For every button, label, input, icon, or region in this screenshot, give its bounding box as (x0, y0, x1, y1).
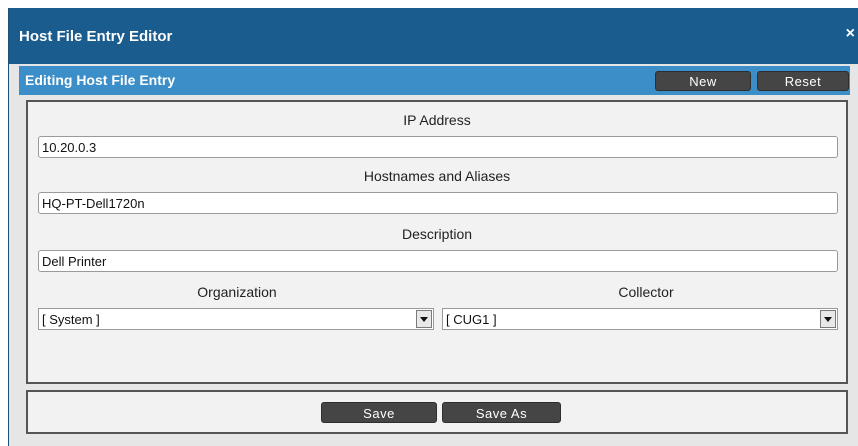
description-field[interactable]: Dell Printer (38, 250, 838, 272)
editing-header: Editing Host File Entry New Reset (19, 66, 850, 95)
editing-header-title: Editing Host File Entry (25, 72, 176, 88)
collector-select-value: [ CUG1 ] (446, 312, 497, 327)
organization-select-value: [ System ] (42, 312, 100, 327)
organization-label: Organization (197, 284, 277, 300)
window-titlebar: Host File Entry Editor × (9, 8, 858, 64)
close-icon[interactable]: × (846, 25, 855, 43)
chevron-down-icon[interactable] (820, 310, 836, 328)
reset-button[interactable]: Reset (757, 71, 849, 91)
chevron-down-icon[interactable] (416, 310, 432, 328)
hostnames-field[interactable]: HQ-PT-Dell1720n (38, 192, 838, 214)
host-file-entry-editor-window: Host File Entry Editor × Editing Host Fi… (8, 8, 858, 446)
ip-address-field[interactable]: 10.20.0.3 (38, 136, 838, 158)
save-as-button[interactable]: Save As (442, 402, 561, 423)
window-title: Host File Entry Editor (19, 28, 173, 45)
save-button[interactable]: Save (321, 402, 437, 423)
footer-panel: Save Save As (26, 390, 848, 434)
description-label: Description (401, 226, 473, 242)
organization-select[interactable]: [ System ] (38, 308, 434, 330)
new-button[interactable]: New (655, 71, 751, 91)
form-panel: IP Address 10.20.0.3 Hostnames and Alias… (26, 100, 848, 384)
collector-label: Collector (618, 284, 674, 300)
hostnames-label: Hostnames and Aliases (363, 168, 511, 184)
ip-address-label: IP Address (403, 112, 471, 128)
collector-select[interactable]: [ CUG1 ] (442, 308, 838, 330)
